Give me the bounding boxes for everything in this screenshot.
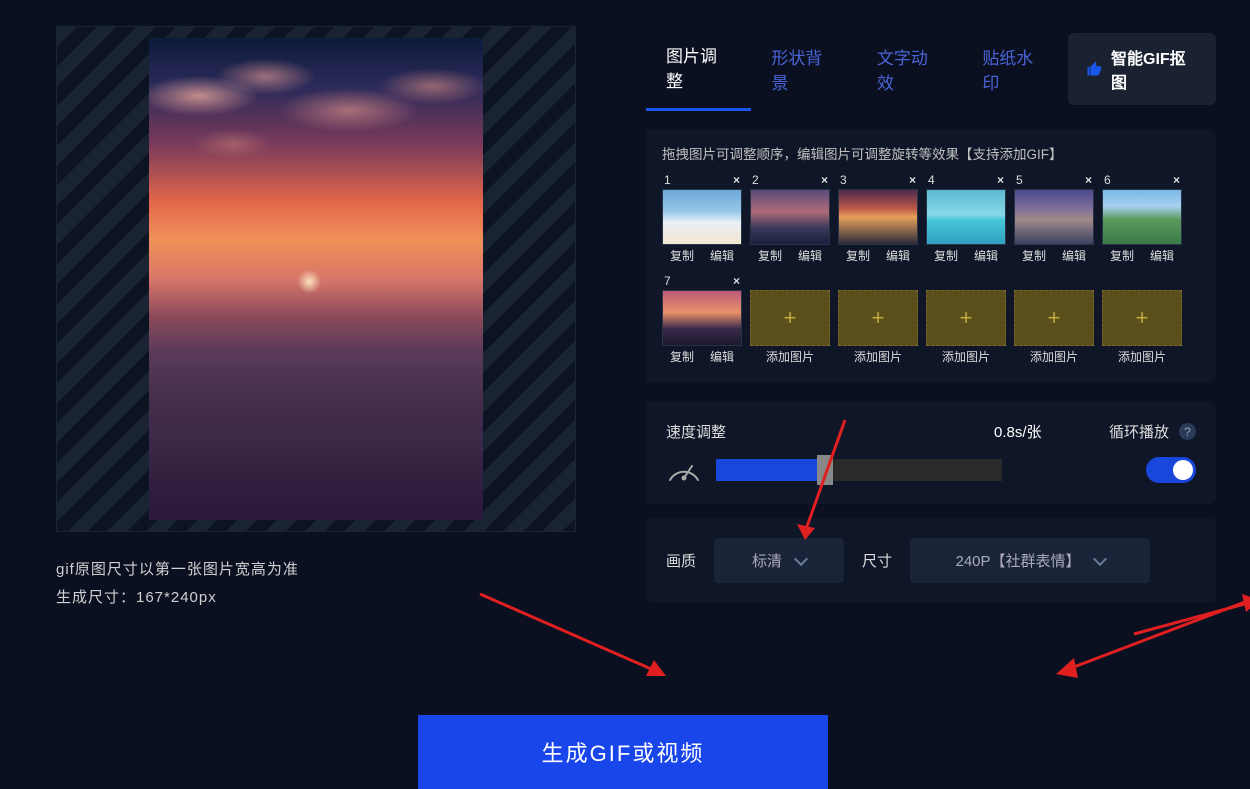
plus-icon: + (784, 305, 797, 331)
frame-copy-button[interactable]: 复制 (750, 247, 790, 264)
dimensions-note: gif原图尺寸以第一张图片宽高为准 (56, 556, 584, 584)
frame-copy-button[interactable]: 复制 (1102, 247, 1142, 264)
frame-thumbnail[interactable] (838, 189, 918, 245)
frames-section: 拖拽图片可调整顺序，编辑图片可调整旋转等效果【支持添加GIF】 1× 复制编辑 … (646, 129, 1216, 383)
frame-index: 3 (840, 173, 847, 187)
thumbs-up-icon (1086, 60, 1103, 78)
speed-label: 速度调整 (666, 421, 976, 442)
frame-close-icon[interactable]: × (1173, 173, 1180, 187)
frame-index: 1 (664, 173, 671, 187)
frame-cell[interactable]: 1 × 复制编辑 (662, 173, 742, 264)
frame-copy-button[interactable]: 复制 (838, 247, 878, 264)
add-image-label: 添加图片 (1014, 348, 1094, 365)
chevron-down-icon (1092, 551, 1106, 565)
speed-section: 速度调整 0.8s/张 循环播放 ? (646, 401, 1216, 504)
add-image-label: 添加图片 (838, 348, 918, 365)
size-select[interactable]: 240P【社群表情】 (910, 538, 1150, 583)
size-value: 240P【社群表情】 (956, 550, 1081, 571)
smart-gif-cutout-button[interactable]: 智能GIF抠图 (1068, 33, 1216, 105)
add-image-button[interactable]: + (1014, 290, 1094, 346)
loop-label: 循环播放 (1109, 421, 1169, 442)
frame-edit-button[interactable]: 编辑 (1142, 247, 1182, 264)
speed-value: 0.8s/张 (994, 421, 1042, 442)
frame-copy-button[interactable]: 复制 (926, 247, 966, 264)
frame-thumbnail[interactable] (926, 189, 1006, 245)
frame-cell[interactable]: 2 × 复制编辑 (750, 173, 830, 264)
plus-icon: + (1136, 305, 1149, 331)
frame-thumbnail[interactable] (662, 290, 742, 346)
frame-edit-button[interactable]: 编辑 (1054, 247, 1094, 264)
frame-cell[interactable]: 3 × 复制编辑 (838, 173, 918, 264)
frame-thumbnail[interactable] (1014, 189, 1094, 245)
frame-edit-button[interactable]: 编辑 (702, 247, 742, 264)
frame-edit-button[interactable]: 编辑 (878, 247, 918, 264)
frame-close-icon[interactable]: × (909, 173, 916, 187)
add-image-button[interactable]: + (750, 290, 830, 346)
frame-close-icon[interactable]: × (733, 173, 740, 187)
frame-thumbnail[interactable] (662, 189, 742, 245)
tab-sticker-watermark[interactable]: 贴纸水印 (962, 28, 1067, 110)
quality-select[interactable]: 标清 (714, 538, 844, 583)
output-section: 画质 标清 尺寸 240P【社群表情】 (646, 518, 1216, 603)
frame-copy-button[interactable]: 复制 (1014, 247, 1054, 264)
frame-copy-button[interactable]: 复制 (662, 247, 702, 264)
frame-edit-button[interactable]: 编辑 (702, 348, 742, 365)
quality-label: 画质 (666, 550, 696, 571)
help-icon[interactable]: ? (1179, 423, 1196, 440)
frame-close-icon[interactable]: × (1085, 173, 1092, 187)
frame-index: 5 (1016, 173, 1023, 187)
generate-button[interactable]: 生成GIF或视频 (418, 715, 828, 789)
chevron-down-icon (794, 551, 808, 565)
plus-icon: + (872, 305, 885, 331)
frames-hint: 拖拽图片可调整顺序，编辑图片可调整旋转等效果【支持添加GIF】 (662, 143, 1200, 163)
preview-image[interactable] (149, 38, 483, 520)
tabs-bar: 图片调整 形状背景 文字动效 贴纸水印 智能GIF抠图 (646, 26, 1216, 111)
add-image-button[interactable]: + (926, 290, 1006, 346)
frame-close-icon[interactable]: × (733, 274, 740, 288)
loop-toggle[interactable] (1146, 457, 1196, 483)
frame-close-icon[interactable]: × (997, 173, 1004, 187)
frame-edit-button[interactable]: 编辑 (790, 247, 830, 264)
size-label: 尺寸 (862, 550, 892, 571)
plus-icon: + (960, 305, 973, 331)
gauge-icon (666, 456, 702, 484)
add-image-label: 添加图片 (750, 348, 830, 365)
add-image-button[interactable]: + (1102, 290, 1182, 346)
frame-cell[interactable]: 4 × 复制编辑 (926, 173, 1006, 264)
smart-gif-label: 智能GIF抠图 (1111, 45, 1198, 93)
quality-value: 标清 (752, 550, 782, 571)
frame-copy-button[interactable]: 复制 (662, 348, 702, 365)
frame-index: 2 (752, 173, 759, 187)
frame-cell[interactable]: 5 × 复制编辑 (1014, 173, 1094, 264)
tab-text-effect[interactable]: 文字动效 (857, 28, 962, 110)
frame-thumbnail[interactable] (1102, 189, 1182, 245)
frame-index: 6 (1104, 173, 1111, 187)
frame-cell[interactable]: 7 × 复制编辑 (662, 274, 742, 365)
tab-image-adjust[interactable]: 图片调整 (646, 26, 751, 111)
preview-frame (56, 26, 576, 532)
add-image-label: 添加图片 (926, 348, 1006, 365)
frame-thumbnail[interactable] (750, 189, 830, 245)
add-image-button[interactable]: + (838, 290, 918, 346)
frame-edit-button[interactable]: 编辑 (966, 247, 1006, 264)
generate-label: 生成GIF或视频 (542, 736, 705, 768)
frame-close-icon[interactable]: × (821, 173, 828, 187)
plus-icon: + (1048, 305, 1061, 331)
slider-thumb[interactable] (817, 455, 833, 485)
add-image-label: 添加图片 (1102, 348, 1182, 365)
tab-shape-bg[interactable]: 形状背景 (751, 28, 856, 110)
speed-slider[interactable] (716, 459, 1002, 481)
frame-index: 4 (928, 173, 935, 187)
frame-index: 7 (664, 274, 671, 288)
frame-cell[interactable]: 6 × 复制编辑 (1102, 173, 1182, 264)
output-size: 生成尺寸：167*240px (56, 584, 584, 612)
